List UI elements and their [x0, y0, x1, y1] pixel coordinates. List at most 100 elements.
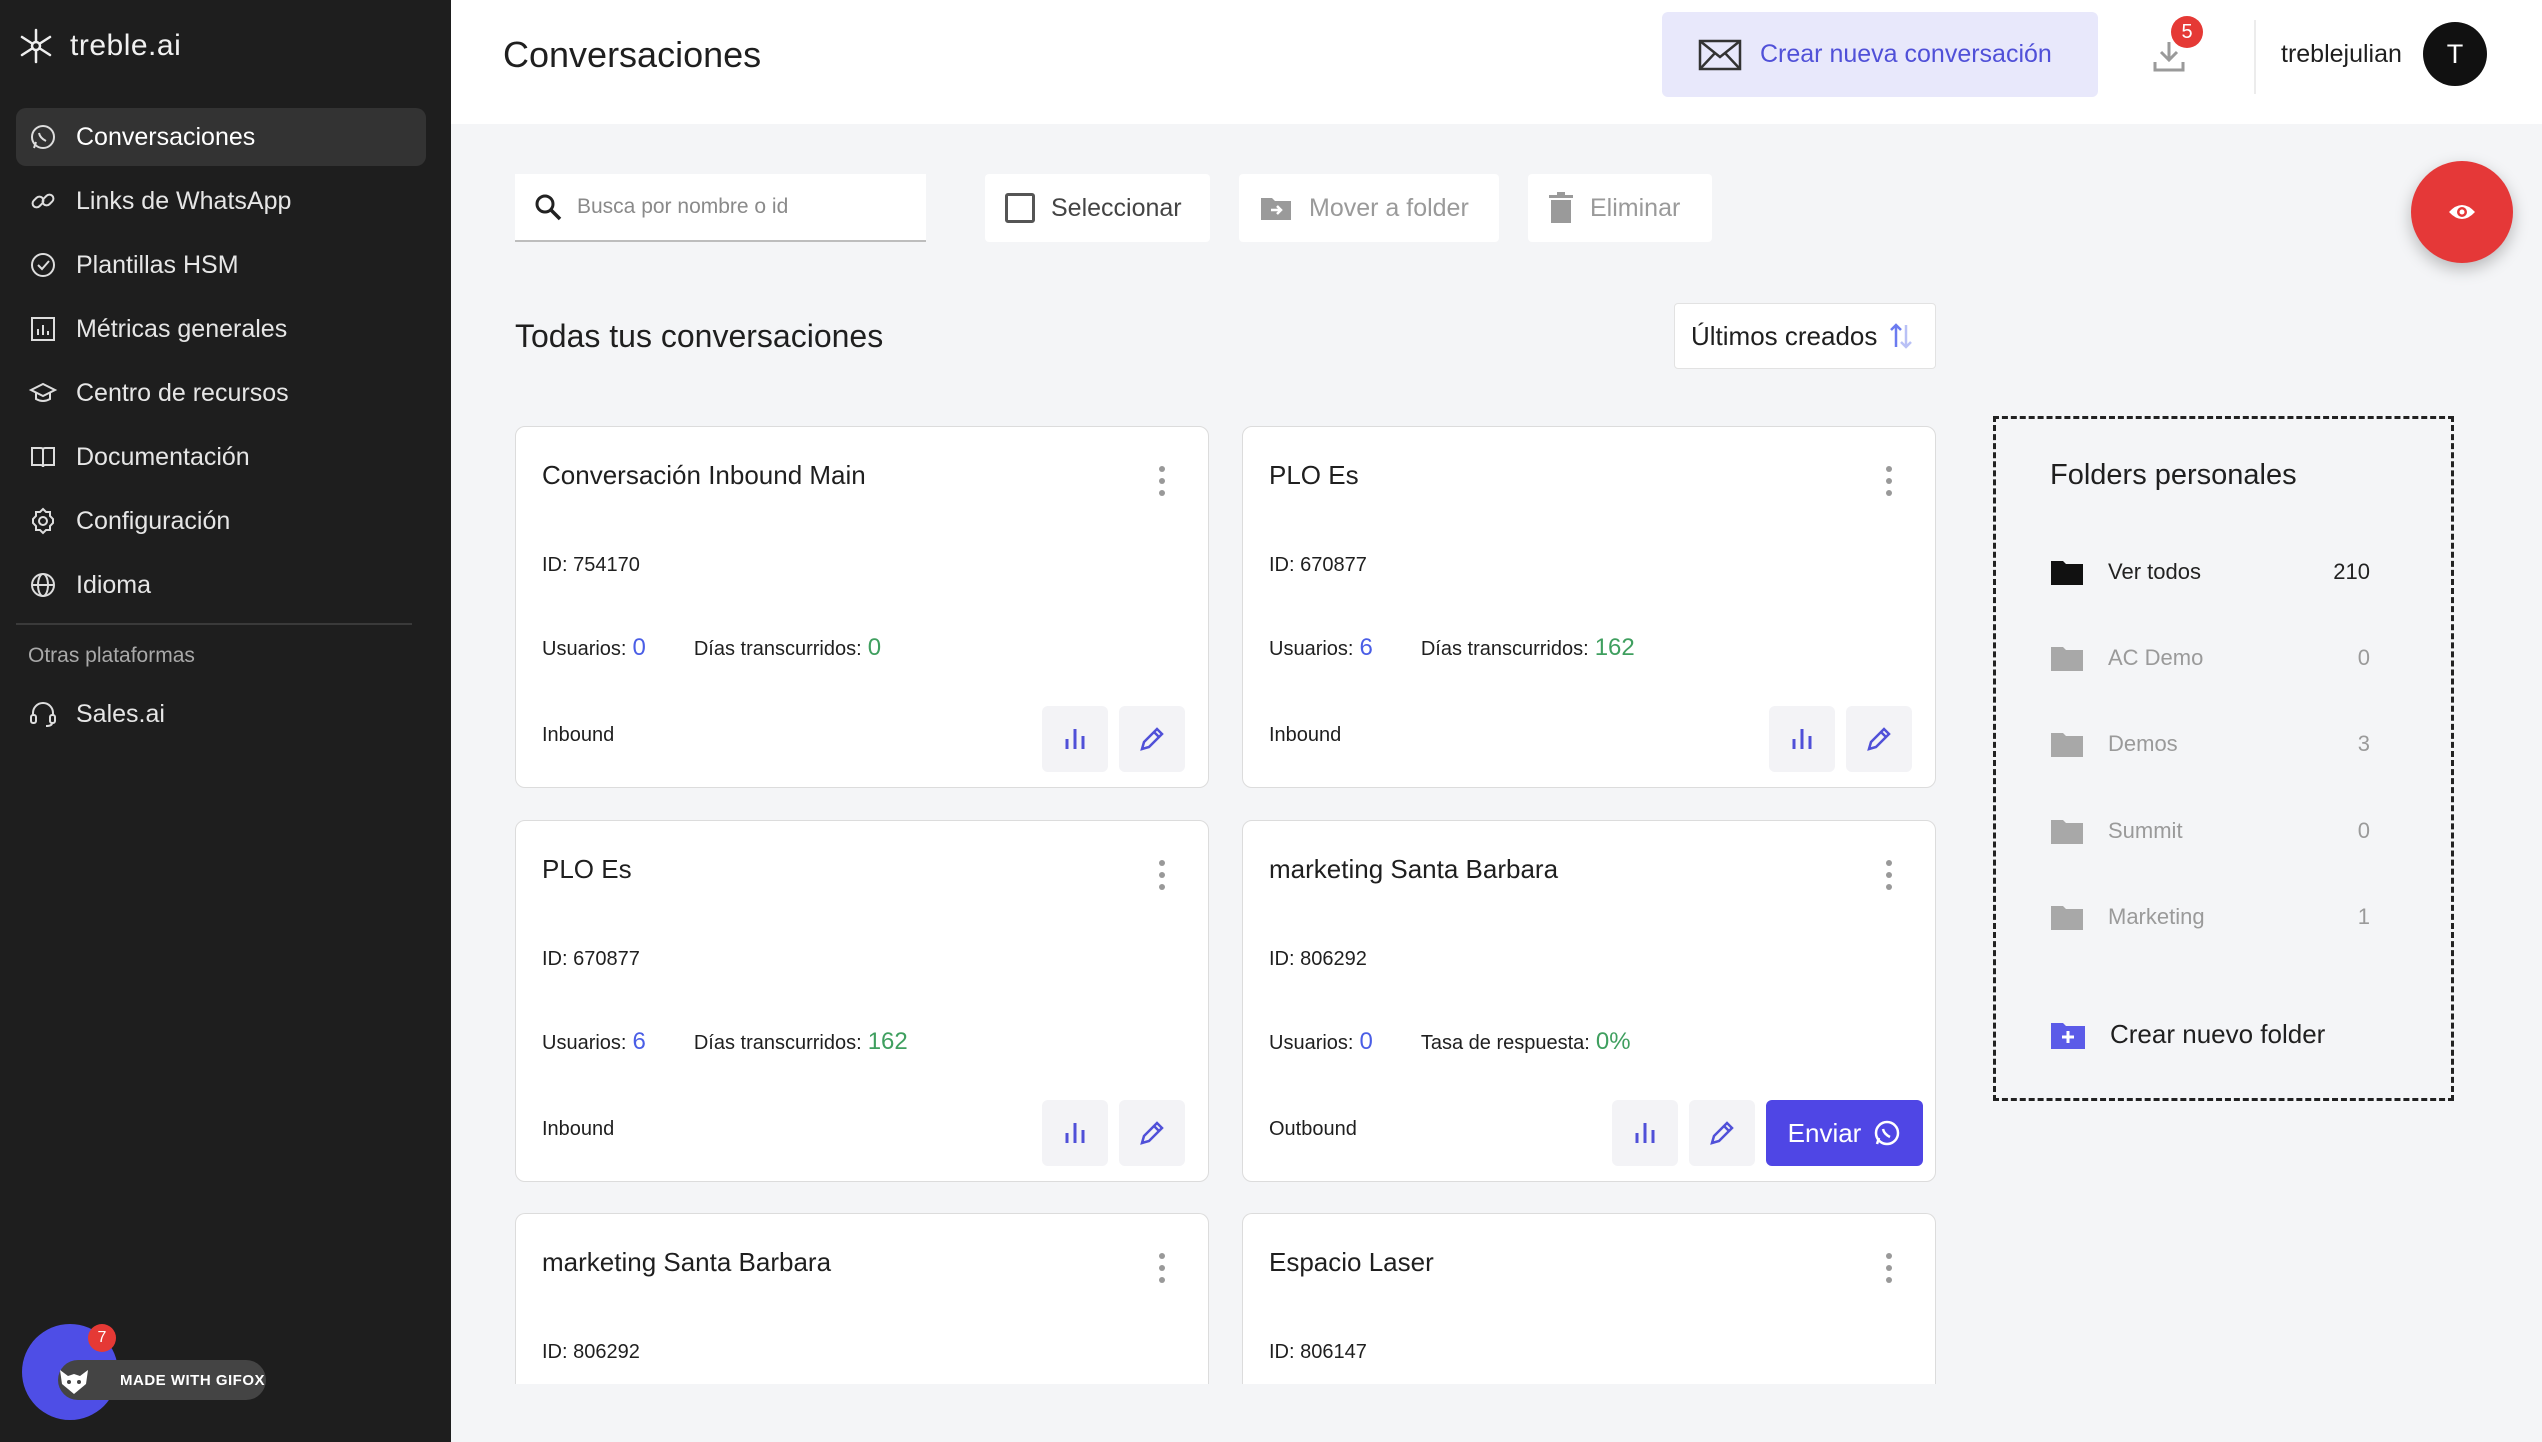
move-to-folder-button[interactable]: Mover a folder	[1239, 174, 1499, 242]
users-value: 6	[632, 1028, 646, 1055]
card-title: Espacio Laser	[1269, 1247, 1434, 1277]
kebab-menu-icon[interactable]	[1156, 465, 1168, 497]
folder-name: Ver todos	[2108, 559, 2201, 584]
headset-icon	[30, 702, 56, 727]
pencil-icon	[1710, 1121, 1734, 1145]
metrics-button[interactable]	[1042, 706, 1108, 772]
search-box[interactable]	[515, 174, 926, 242]
card-type: Inbound	[542, 724, 615, 746]
folder-name: Marketing	[2108, 904, 2205, 929]
treble-logo-icon	[20, 28, 52, 64]
sidebar-item-centro-recursos[interactable]: Centro de recursos	[16, 364, 426, 422]
folder-item[interactable]: AC Demo 0	[2050, 640, 2370, 676]
download-badge: 5	[2171, 16, 2203, 48]
metrics-button[interactable]	[1042, 1100, 1108, 1166]
folder-name: Demos	[2108, 731, 2178, 756]
select-checkbox[interactable]	[1005, 193, 1035, 223]
card-type: Outbound	[1269, 1118, 1357, 1140]
folder-item[interactable]: Summit 0	[2050, 813, 2370, 849]
sidebar-divider	[16, 623, 412, 625]
kebab-menu-icon[interactable]	[1883, 859, 1895, 891]
bar-chart-icon	[1635, 1123, 1655, 1143]
card-stats: Usuarios: 0 Tasa de respuesta: 0%	[1269, 1028, 1631, 1056]
sidebar-item-label: Documentación	[76, 442, 250, 471]
metrics-button[interactable]	[1769, 706, 1835, 772]
folders-panel: Folders personales Ver todos 210 AC Demo…	[1993, 416, 2454, 1101]
delete-label: Eliminar	[1590, 193, 1681, 222]
card-stats: Usuarios: 6 Días transcurridos: 162	[1269, 634, 1635, 662]
pencil-icon	[1867, 727, 1891, 751]
sidebar-item-conversaciones[interactable]: Conversaciones	[16, 108, 426, 166]
trash-icon	[1549, 192, 1573, 223]
graduation-cap-icon	[28, 382, 58, 402]
edit-button[interactable]	[1689, 1100, 1755, 1166]
folder-move-icon	[1261, 198, 1291, 220]
conversation-card[interactable]: PLO Es ID: 670877 Usuarios: 6 Días transc…	[1242, 426, 1936, 788]
kebab-menu-icon[interactable]	[1883, 1252, 1895, 1284]
sidebar-item-idioma[interactable]: Idioma	[16, 556, 426, 614]
folder-icon	[2051, 561, 2083, 585]
card-id: ID: 670877	[542, 948, 640, 970]
create-folder-label: Crear nuevo folder	[2110, 1019, 2326, 1049]
sidebar-item-links-whatsapp[interactable]: Links de WhatsApp	[16, 172, 426, 230]
folder-item[interactable]: Marketing 1	[2050, 899, 2370, 935]
eye-icon	[2449, 205, 2475, 219]
send-button[interactable]: Enviar	[1766, 1100, 1923, 1166]
card-title: PLO Es	[542, 854, 632, 884]
card-id: ID: 670877	[1269, 554, 1367, 576]
card-stats: Usuarios: 0 Días transcurridos: 0	[542, 634, 881, 662]
sidebar-item-plantillas-hsm[interactable]: Plantillas HSM	[16, 236, 426, 294]
card-type: Inbound	[542, 1118, 615, 1140]
edit-button[interactable]	[1846, 706, 1912, 772]
card-title: marketing Santa Barbara	[542, 1247, 832, 1277]
conversation-card[interactable]: PLO Es ID: 670877 Usuarios: 6 Días transc…	[515, 820, 1209, 1182]
metric-value: 162	[1594, 634, 1635, 661]
sidebar-item-label: Sales.ai	[76, 699, 165, 728]
sort-button[interactable]: Últimos creados	[1674, 303, 1936, 369]
kebab-menu-icon[interactable]	[1156, 859, 1168, 891]
preview-fab-button[interactable]	[2411, 161, 2513, 263]
card-type: Inbound	[1269, 724, 1342, 746]
sidebar-item-label: Idioma	[76, 570, 152, 599]
search-input[interactable]	[577, 195, 897, 219]
sidebar-item-label: Links de WhatsApp	[76, 186, 292, 215]
sidebar-item-configuracion[interactable]: Configuración	[16, 492, 426, 550]
conversation-card[interactable]: Espacio Laser ID: 806147	[1242, 1213, 1936, 1384]
conversation-card[interactable]: Conversación Inbound Main ID: 754170 Usu…	[515, 426, 1209, 788]
sidebar-nav: Conversaciones Links de WhatsApp Plantil…	[16, 108, 426, 620]
search-icon	[535, 194, 562, 221]
edit-button[interactable]	[1119, 706, 1185, 772]
users-label: Usuarios:	[542, 638, 627, 660]
folder-icon	[2051, 647, 2083, 671]
logo[interactable]: treble.ai	[16, 24, 181, 68]
metric-label: Días transcurridos:	[693, 1032, 862, 1054]
folder-item[interactable]: Ver todos 210	[2050, 554, 2370, 590]
card-title: marketing Santa Barbara	[1269, 854, 1559, 884]
select-button[interactable]: Seleccionar	[985, 174, 1210, 242]
book-icon	[31, 447, 55, 468]
folder-item[interactable]: Demos 3	[2050, 726, 2370, 762]
new-conversation-button[interactable]: Crear nueva conversación	[1662, 12, 2098, 97]
gifox-widget[interactable]: MADE WITH GIFOX 7	[22, 1324, 266, 1420]
conversation-card[interactable]: marketing Santa Barbara ID: 806292 Usuar…	[1242, 820, 1936, 1182]
delete-button[interactable]: Eliminar	[1528, 174, 1712, 242]
envelope-icon	[1698, 39, 1742, 70]
page-title: Conversaciones	[503, 34, 762, 75]
sort-arrows-icon	[1890, 323, 1913, 349]
card-title: Conversación Inbound Main	[542, 460, 866, 490]
new-conversation-label: Crear nueva conversación	[1760, 40, 2052, 68]
username[interactable]: treblejulian	[2281, 40, 2402, 69]
card-title: PLO Es	[1269, 460, 1359, 490]
kebab-menu-icon[interactable]	[1883, 465, 1895, 497]
sidebar-item-label: Plantillas HSM	[76, 250, 239, 279]
edit-button[interactable]	[1119, 1100, 1185, 1166]
sidebar-item-documentacion[interactable]: Documentación	[16, 428, 426, 486]
sidebar-item-metricas[interactable]: Métricas generales	[16, 300, 426, 358]
create-folder-button[interactable]: Crear nuevo folder	[2050, 1019, 2325, 1050]
sidebar-item-sales-ai[interactable]: Sales.ai	[16, 685, 426, 743]
bar-chart-icon	[1065, 729, 1085, 749]
metrics-button[interactable]	[1612, 1100, 1678, 1166]
conversation-card[interactable]: marketing Santa Barbara ID: 806292	[515, 1213, 1209, 1384]
kebab-menu-icon[interactable]	[1156, 1252, 1168, 1284]
avatar[interactable]: T	[2423, 22, 2487, 86]
